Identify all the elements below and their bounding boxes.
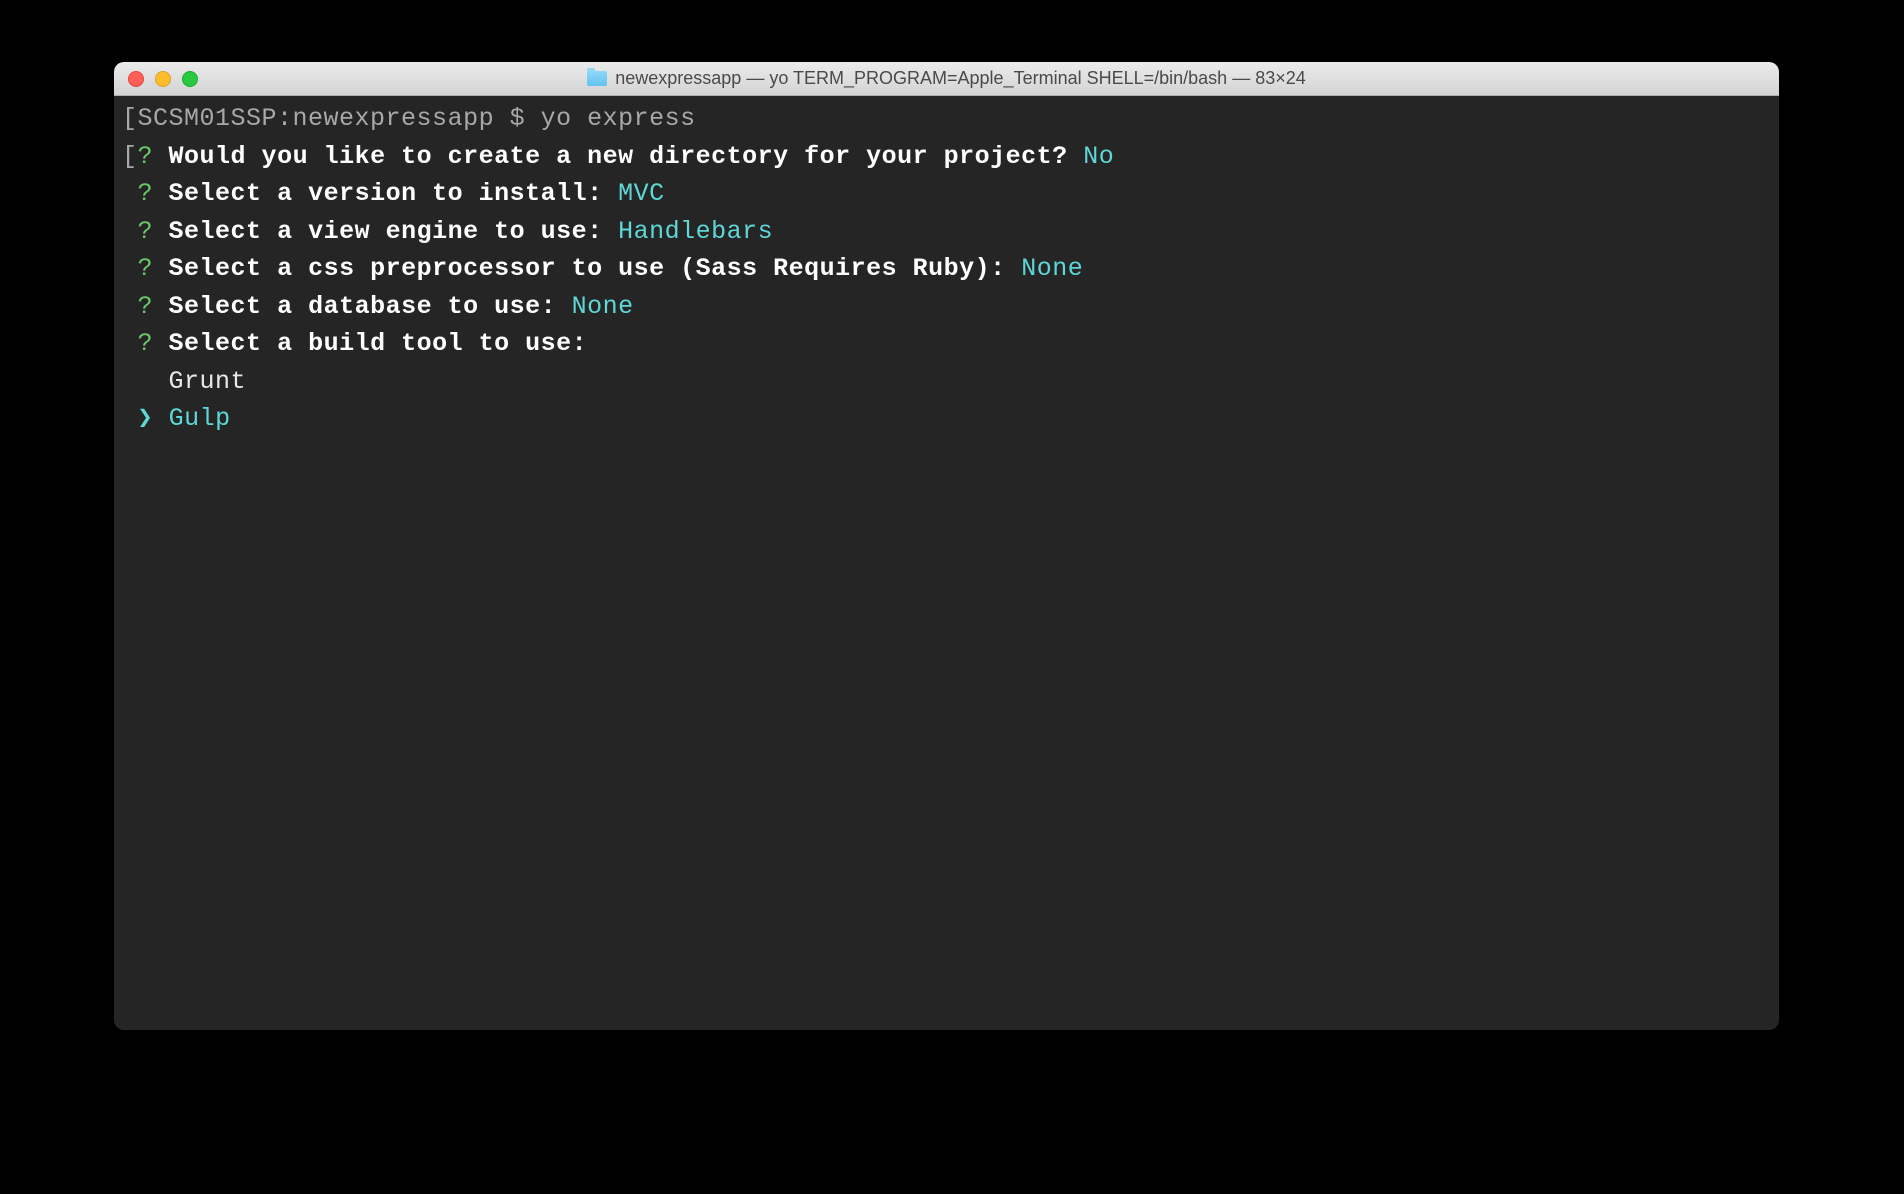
folder-icon [587,71,607,86]
question-marker: ? [138,254,154,283]
minimize-button[interactable] [155,71,171,87]
close-button[interactable] [128,71,144,87]
question-marker: ? [138,142,154,171]
option-label: Gulp [169,404,231,433]
option-line[interactable]: Grunt [122,363,1771,401]
question-line: [? Would you like to create a new direct… [122,138,1771,176]
prompt-host: SCSM01SSP:newexpressapp [138,104,495,133]
question-marker: ? [138,217,154,246]
question-text: Select a css preprocessor to use (Sass R… [169,254,1006,283]
prompt-line: [SCSM01SSP:newexpressapp $ yo express [122,100,1771,138]
maximize-button[interactable] [182,71,198,87]
question-text: Select a view engine to use: [169,217,603,246]
command-text: yo express [541,104,696,133]
traffic-lights [114,71,198,87]
option-line-selected[interactable]: ❯ Gulp [122,400,1771,438]
question-text: Select a build tool to use: [169,329,588,358]
question-line: ? Select a database to use: None [122,288,1771,326]
title-bar: newexpressapp — yo TERM_PROGRAM=Apple_Te… [114,62,1779,96]
question-line: ? Select a version to install: MVC [122,175,1771,213]
window-title: newexpressapp — yo TERM_PROGRAM=Apple_Te… [114,68,1779,89]
question-line: ? Select a view engine to use: Handlebar… [122,213,1771,251]
question-line: ? Select a build tool to use: [122,325,1771,363]
title-label: newexpressapp — yo TERM_PROGRAM=Apple_Te… [615,68,1306,89]
question-line: ? Select a css preprocessor to use (Sass… [122,250,1771,288]
question-marker: ? [138,292,154,321]
question-marker: ? [138,329,154,358]
answer-text: No [1083,142,1114,171]
question-text: Would you like to create a new directory… [169,142,1068,171]
selection-caret-icon: ❯ [138,404,154,433]
answer-text: Handlebars [618,217,773,246]
prompt-symbol: $ [510,104,526,133]
question-marker: ? [138,179,154,208]
terminal-window: newexpressapp — yo TERM_PROGRAM=Apple_Te… [114,62,1779,1030]
answer-text: None [572,292,634,321]
question-text: Select a version to install: [169,179,603,208]
option-label: Grunt [169,367,247,396]
answer-text: MVC [618,179,665,208]
question-text: Select a database to use: [169,292,557,321]
answer-text: None [1021,254,1083,283]
terminal-body[interactable]: [SCSM01SSP:newexpressapp $ yo express[? … [114,96,1779,442]
